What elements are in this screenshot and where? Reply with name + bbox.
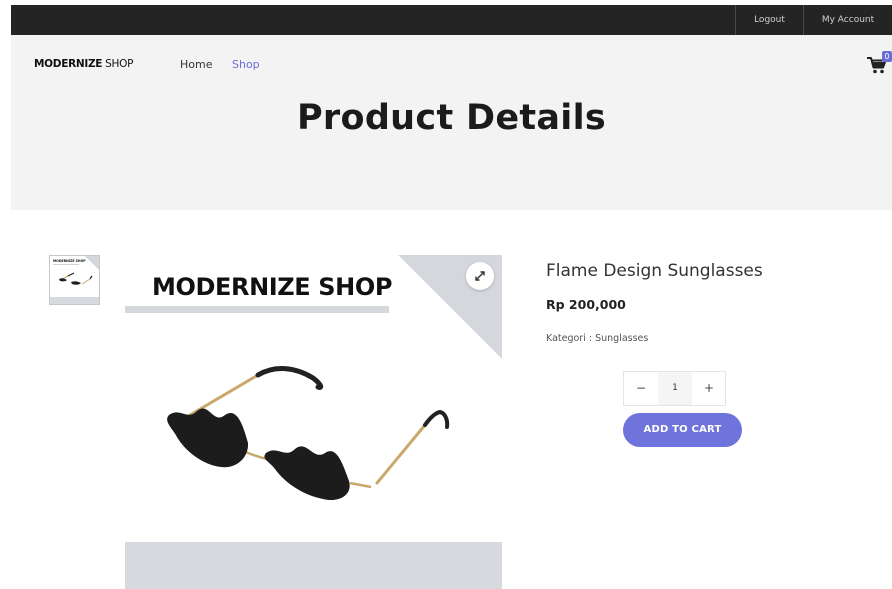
thumbnail-glasses-image	[59, 272, 93, 285]
product-main-image: MODERNIZE SHOP	[125, 255, 502, 589]
quantity-increase-button[interactable]: +	[692, 372, 726, 405]
quantity-stepper: − 1 +	[623, 371, 726, 406]
quantity-input[interactable]: 1	[658, 372, 692, 405]
thumbnail-brand-text: MODERNIZE SHOP	[53, 259, 86, 263]
sunglasses-image	[167, 366, 450, 501]
thumbnail-corner	[85, 256, 99, 270]
product-category: Kategori : Sunglasses	[546, 333, 649, 344]
product-name: Flame Design Sunglasses	[546, 261, 763, 281]
thumbnail-brand-bar	[53, 264, 79, 265]
add-to-cart-button[interactable]: ADD TO CART	[623, 413, 742, 447]
logo-rest-text: SHOP	[102, 58, 134, 70]
logout-link[interactable]: Logout	[736, 5, 803, 35]
quantity-decrease-button[interactable]: −	[624, 372, 658, 405]
cart-count-badge: 0	[882, 51, 892, 62]
header-hero: MODERNIZE SHOP Home Shop 0 Product Detai…	[11, 35, 892, 210]
expand-image-button[interactable]	[466, 262, 494, 290]
nav-home[interactable]: Home	[180, 58, 212, 71]
my-account-link[interactable]: My Account	[804, 5, 892, 35]
thumbnail-footer	[50, 297, 99, 304]
site-logo[interactable]: MODERNIZE SHOP	[34, 58, 133, 70]
page-title: Product Details	[296, 98, 607, 138]
product-thumbnail[interactable]: MODERNIZE SHOP	[49, 255, 100, 305]
nav-shop[interactable]: Shop	[232, 58, 260, 71]
product-price: Rp 200,000	[546, 297, 626, 312]
logo-bold-text: MODERNIZE	[34, 58, 103, 70]
top-bar: Logout My Account	[11, 5, 892, 35]
expand-icon	[475, 271, 485, 281]
image-footer-band	[125, 542, 502, 589]
